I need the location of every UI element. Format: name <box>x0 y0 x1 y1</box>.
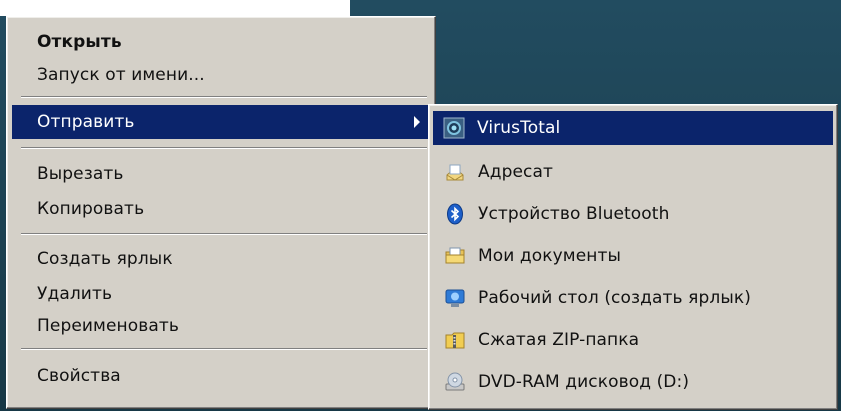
context-menu: Открыть Запуск от имени... Отправить Выр… <box>6 16 436 409</box>
menu-separator <box>21 233 427 235</box>
menu-separator <box>21 147 427 149</box>
submenu-item-zip-folder[interactable]: Сжатая ZIP-папка <box>434 323 832 357</box>
submenu-item-label: Рабочий стол (создать ярлык) <box>478 288 751 308</box>
menu-item-copy[interactable]: Копировать <box>12 192 430 226</box>
menu-separator <box>21 348 427 350</box>
menu-item-rename[interactable]: Переименовать <box>12 309 430 343</box>
menu-item-cut[interactable]: Вырезать <box>12 157 430 191</box>
submenu-item-label: VirusTotal <box>477 118 561 138</box>
desktop-shortcut-icon <box>445 289 465 307</box>
menu-item-properties[interactable]: Свойства <box>12 359 430 393</box>
bluetooth-icon <box>447 203 463 225</box>
menu-item-open[interactable]: Открыть <box>12 25 430 59</box>
window-edge <box>0 0 350 16</box>
submenu-arrow-icon <box>414 116 420 128</box>
menu-item-label: Создать ярлык <box>37 249 173 269</box>
menu-item-label: Вырезать <box>37 164 124 184</box>
menu-item-label: Запуск от имени... <box>37 65 205 85</box>
submenu-item-label: DVD-RAM дисковод (D:) <box>478 372 690 392</box>
submenu-item-virustotal[interactable]: VirusTotal <box>433 111 833 145</box>
submenu-item-desktop-shortcut[interactable]: Рабочий стол (создать ярлык) <box>434 281 832 315</box>
mail-recipient-icon <box>446 164 464 181</box>
send-to-submenu: VirusTotal Адресат Устройство Bluetooth … <box>428 104 838 410</box>
menu-item-label: Переименовать <box>37 316 179 336</box>
menu-item-label: Свойства <box>37 366 121 386</box>
dvd-drive-icon <box>445 372 465 391</box>
submenu-item-dvd-drive[interactable]: DVD-RAM дисковод (D:) <box>434 365 832 399</box>
menu-item-send-to[interactable]: Отправить <box>12 105 430 139</box>
virustotal-icon <box>443 117 465 139</box>
submenu-item-my-documents[interactable]: Мои документы <box>434 239 832 273</box>
my-documents-icon <box>445 247 465 264</box>
submenu-item-bluetooth[interactable]: Устройство Bluetooth <box>434 197 832 231</box>
submenu-item-label: Сжатая ZIP-папка <box>478 330 640 350</box>
menu-item-run-as[interactable]: Запуск от имени... <box>12 58 430 92</box>
menu-item-label: Открыть <box>37 32 122 52</box>
submenu-item-label: Мои документы <box>478 246 622 266</box>
menu-item-label: Копировать <box>37 199 145 219</box>
menu-item-create-shortcut[interactable]: Создать ярлык <box>12 242 430 276</box>
menu-separator <box>21 96 427 98</box>
submenu-item-mail-recipient[interactable]: Адресат <box>434 155 832 189</box>
submenu-item-label: Адресат <box>478 162 554 182</box>
menu-item-label: Отправить <box>37 112 135 132</box>
menu-item-label: Удалить <box>37 284 113 304</box>
zip-folder-icon <box>445 332 465 349</box>
submenu-item-label: Устройство Bluetooth <box>478 204 670 224</box>
menu-item-delete[interactable]: Удалить <box>12 277 430 311</box>
